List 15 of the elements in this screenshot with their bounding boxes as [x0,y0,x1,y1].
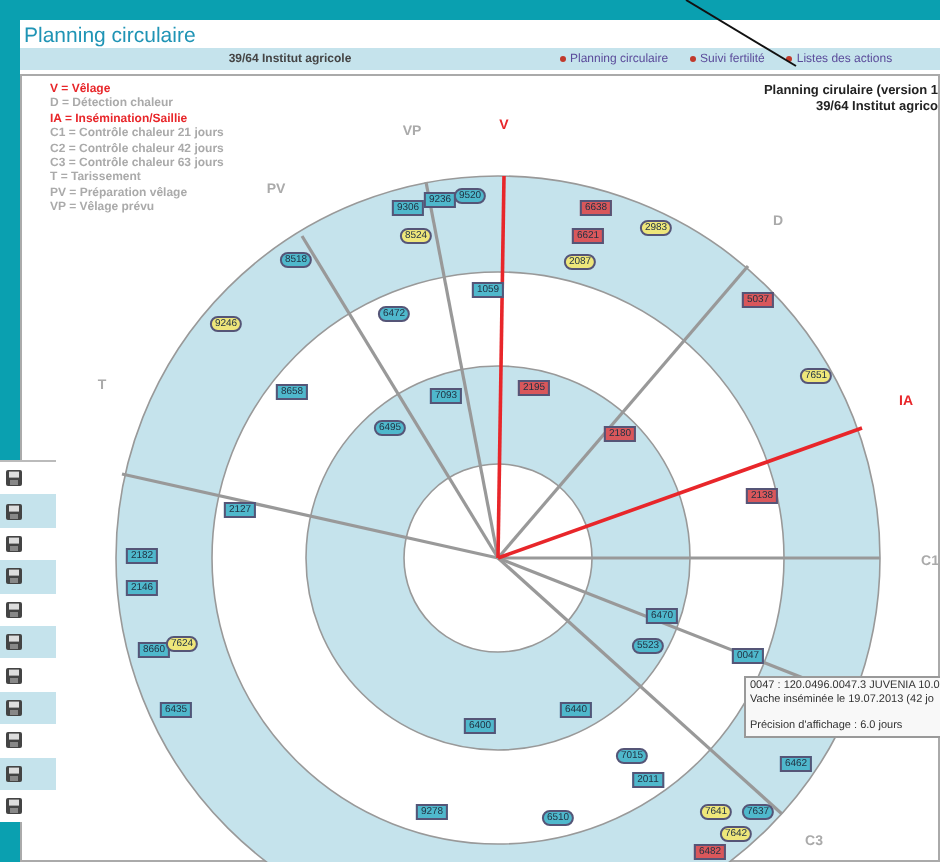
save-icon[interactable] [6,765,22,782]
save-icon[interactable] [6,535,22,552]
save-icon[interactable] [6,634,22,651]
save-icon[interactable] [6,699,22,716]
save-icon[interactable] [6,568,22,585]
save-icon[interactable] [6,667,22,684]
save-icon[interactable] [6,470,22,487]
bullet-icon [690,56,697,62]
bullet-icon [786,56,793,62]
save-icon[interactable] [6,503,22,520]
save-icon[interactable] [6,798,22,815]
save-icon[interactable] [6,732,22,749]
bullet-icon [560,56,566,62]
save-icon[interactable] [6,601,22,618]
page-title: Planning circulaire [22,22,198,48]
